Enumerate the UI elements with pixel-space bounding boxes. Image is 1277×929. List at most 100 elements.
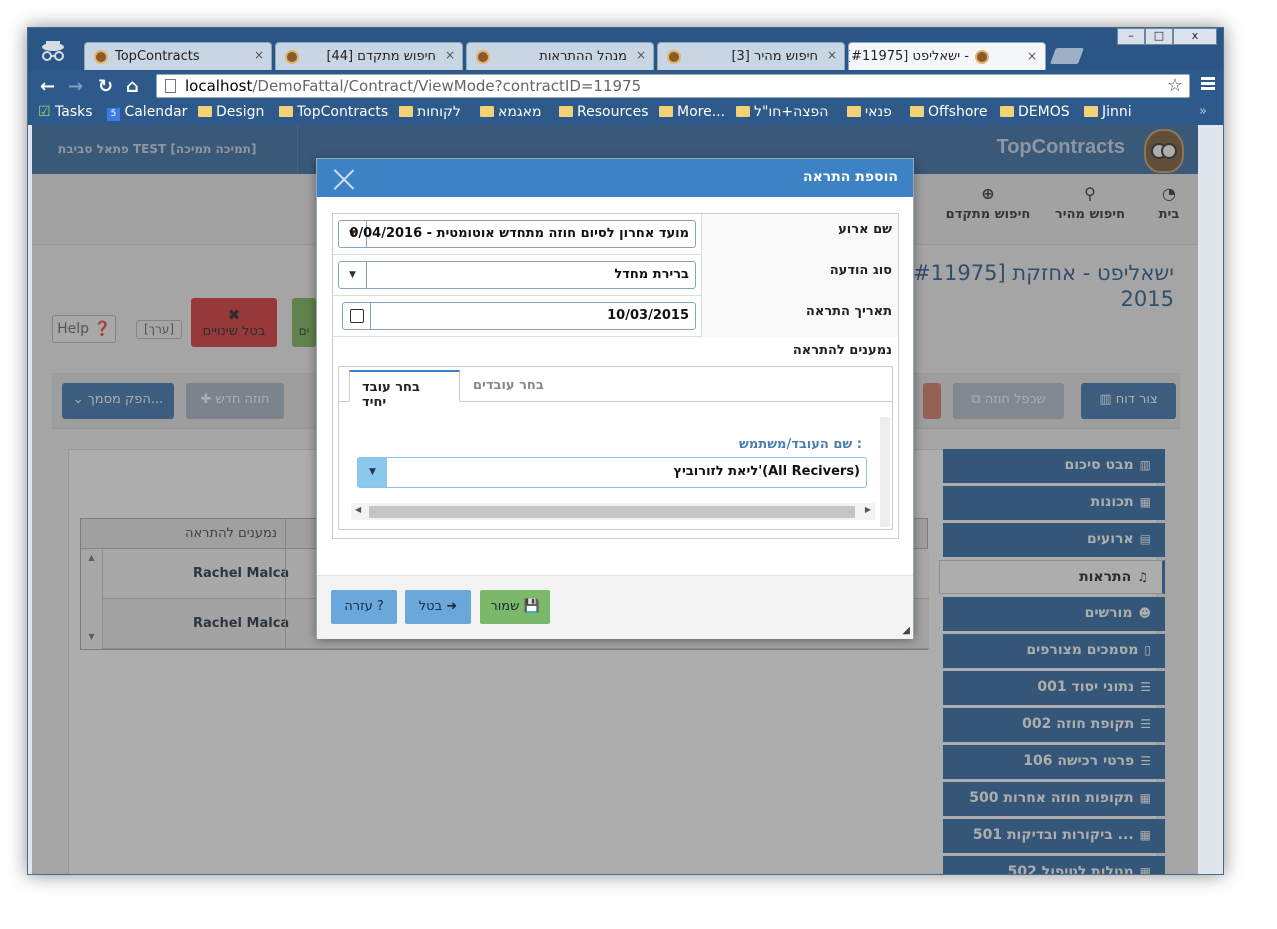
bookmarks-overflow-icon[interactable]: » — [1199, 104, 1207, 119]
user-select[interactable]: ▼ ליאת לזורוביץ'(All Recivers) — [357, 457, 867, 488]
tab-label: [3] חיפוש מהיר — [731, 49, 818, 64]
folder-icon — [1084, 106, 1098, 117]
home-icon[interactable]: ⌂ — [126, 76, 139, 97]
calendar-icon[interactable] — [343, 303, 371, 329]
notice-type-select[interactable]: ▼ ברירת מחדל — [338, 261, 696, 289]
bookmark-distribution[interactable]: הפצה+חו"ל — [736, 104, 828, 120]
close-window-button[interactable]: x — [1173, 28, 1217, 45]
bookmark-leisure[interactable]: פנאי — [847, 104, 892, 120]
tab-single-label: בחר עובד יחיד — [362, 380, 420, 410]
close-icon[interactable]: × — [254, 48, 264, 62]
browser-tab-advanced-search[interactable]: [44] חיפוש מתקדם × — [275, 42, 463, 70]
url-path: /DemoFattal/Contract/ViewMode?contractID… — [252, 77, 642, 95]
tab-single-employee[interactable]: בחר עובד יחיד — [349, 370, 460, 410]
calendar-icon: 5 — [107, 108, 120, 121]
event-name-label: שם ארוע — [838, 222, 892, 237]
label-cell: תאריך התראה — [701, 296, 898, 337]
address-bar-row: ← → ↻ ⌂ localhost/DemoFattal/Contract/Vi… — [28, 71, 1223, 101]
bookmark-offshore[interactable]: Offshore — [910, 104, 987, 120]
page-icon — [165, 79, 176, 93]
resize-handle-icon[interactable]: ◢ — [902, 625, 910, 636]
chevron-down-icon[interactable]: ▼ — [358, 458, 387, 487]
bookmark-demos[interactable]: DEMOS — [1000, 104, 1070, 120]
alert-date-label: תאריך התראה — [805, 304, 892, 319]
save-button[interactable]: שמור 💾 — [480, 590, 550, 624]
tab-label: TopContracts — [115, 49, 200, 64]
horizontal-scrollbar[interactable]: ◀ ▶ — [351, 503, 875, 520]
close-icon[interactable]: × — [827, 48, 837, 62]
folder-icon — [910, 106, 924, 117]
maximize-button[interactable]: □ — [1145, 28, 1173, 45]
dialog-header: הוספת התראה — [317, 159, 913, 197]
scroll-left-icon[interactable]: ◀ — [355, 505, 361, 514]
alert-date-field[interactable]: 10/03/2015 — [342, 302, 696, 330]
checkbox-icon: ☑ — [38, 104, 51, 120]
notice-type-label: סוג הודעה — [829, 263, 892, 278]
chevron-down-icon[interactable]: ▼ — [339, 262, 367, 288]
user-value: ליאת לזורוביץ'(All Recivers) — [673, 464, 860, 479]
tab-label: מנהל ההתראות — [539, 49, 627, 64]
alert-form: שם ארוע ▼ מועד אחרון לסיום חוזה מתחדש או… — [332, 213, 899, 539]
menu-icon[interactable] — [1201, 77, 1215, 92]
bookmark-more[interactable]: More... — [659, 104, 725, 120]
owl-favicon-icon — [975, 50, 989, 64]
event-name-select[interactable]: ▼ מועד אחרון לסיום חוזה מתחדש אוטומטית -… — [338, 220, 696, 248]
window-controls: – □ x — [1117, 28, 1217, 45]
folder-icon — [1000, 106, 1014, 117]
bookmark-tasks[interactable]: ☑ Tasks — [38, 104, 93, 120]
close-icon[interactable]: × — [1027, 49, 1037, 63]
bookmark-jinni[interactable]: Jinni — [1084, 104, 1132, 120]
minimize-button[interactable]: – — [1117, 28, 1145, 45]
tab-label: [44] חיפוש מתקדם — [326, 49, 436, 64]
recipients-label: נמענים להתראה — [792, 343, 892, 358]
dialog-title: הוספת התראה — [802, 169, 898, 185]
add-alert-dialog: הוספת התראה שם ארוע ▼ מועד אחרון לסיום ח… — [316, 158, 914, 639]
browser-tab-quick-search[interactable]: [3] חיפוש מהיר × — [657, 42, 845, 70]
close-icon[interactable]: × — [445, 48, 455, 62]
forward-arrow-icon[interactable]: → — [68, 76, 83, 97]
incognito-icon — [42, 41, 64, 61]
new-tab-button[interactable] — [1050, 48, 1084, 64]
bookmark-customers[interactable]: לקוחות — [399, 104, 461, 120]
bookmark-calendar[interactable]: 5 Calendar — [107, 104, 187, 121]
browser-tab-alerts-manager[interactable]: מנהל ההתראות × — [466, 42, 654, 70]
back-arrow-icon[interactable]: ← — [40, 76, 55, 97]
owl-favicon-icon — [476, 50, 490, 64]
folder-icon — [847, 106, 861, 117]
tab-multiple-employees[interactable]: בחר עובדים — [461, 370, 556, 402]
tab-strip: TopContracts × [44] חיפוש מתקדם × מנהל ה… — [28, 28, 1223, 71]
bookmark-star-icon[interactable]: ☆ — [1167, 75, 1183, 96]
bookmark-resources[interactable]: Resources — [559, 104, 649, 120]
url-input[interactable]: localhost/DemoFattal/Contract/ViewMode?c… — [156, 74, 1190, 98]
notice-type-value: ברירת מחדל — [614, 267, 689, 282]
owl-favicon-icon — [94, 50, 108, 64]
scrollbar-thumb[interactable] — [369, 506, 855, 518]
folder-icon — [559, 106, 573, 117]
cancel-button[interactable]: בטל ➜ — [405, 590, 471, 624]
scroll-right-icon[interactable]: ▶ — [865, 505, 871, 514]
tab-multi-label: בחר עובדים — [473, 378, 544, 393]
question-icon: ? — [376, 599, 384, 614]
user-label: שם העובד/משתמש : — [739, 437, 862, 452]
help-button[interactable]: עזרה ? — [331, 590, 397, 624]
event-name-row: שם ארוע ▼ מועד אחרון לסיום חוזה מתחדש או… — [333, 214, 898, 255]
browser-tab-topcontracts[interactable]: TopContracts × — [84, 42, 272, 70]
close-icon[interactable] — [333, 168, 355, 190]
vertical-scrollbar[interactable] — [880, 417, 890, 527]
bookmarks-bar: ☑ Tasks 5 Calendar Design TopContracts ל… — [28, 101, 1223, 125]
alert-date-value: 10/03/2015 — [607, 308, 689, 323]
close-icon[interactable]: × — [636, 48, 646, 62]
floppy-icon: 💾 — [523, 599, 540, 614]
label-cell: סוג הודעה — [701, 255, 898, 296]
folder-icon — [279, 106, 293, 117]
url-host: localhost — [185, 77, 253, 95]
bookmark-magma[interactable]: מאגמא — [480, 104, 542, 120]
owl-favicon-icon — [285, 50, 299, 64]
bookmark-topcontracts[interactable]: TopContracts — [279, 104, 388, 120]
browser-tab-contract[interactable]: [#11975] ישאליפט - × — [848, 42, 1046, 70]
folder-icon — [480, 106, 494, 117]
folder-icon — [399, 106, 413, 117]
dialog-footer: שמור 💾 בטל ➜ עזרה ? ◢ — [317, 575, 913, 639]
bookmark-design[interactable]: Design — [198, 104, 264, 120]
reload-icon[interactable]: ↻ — [98, 76, 113, 97]
